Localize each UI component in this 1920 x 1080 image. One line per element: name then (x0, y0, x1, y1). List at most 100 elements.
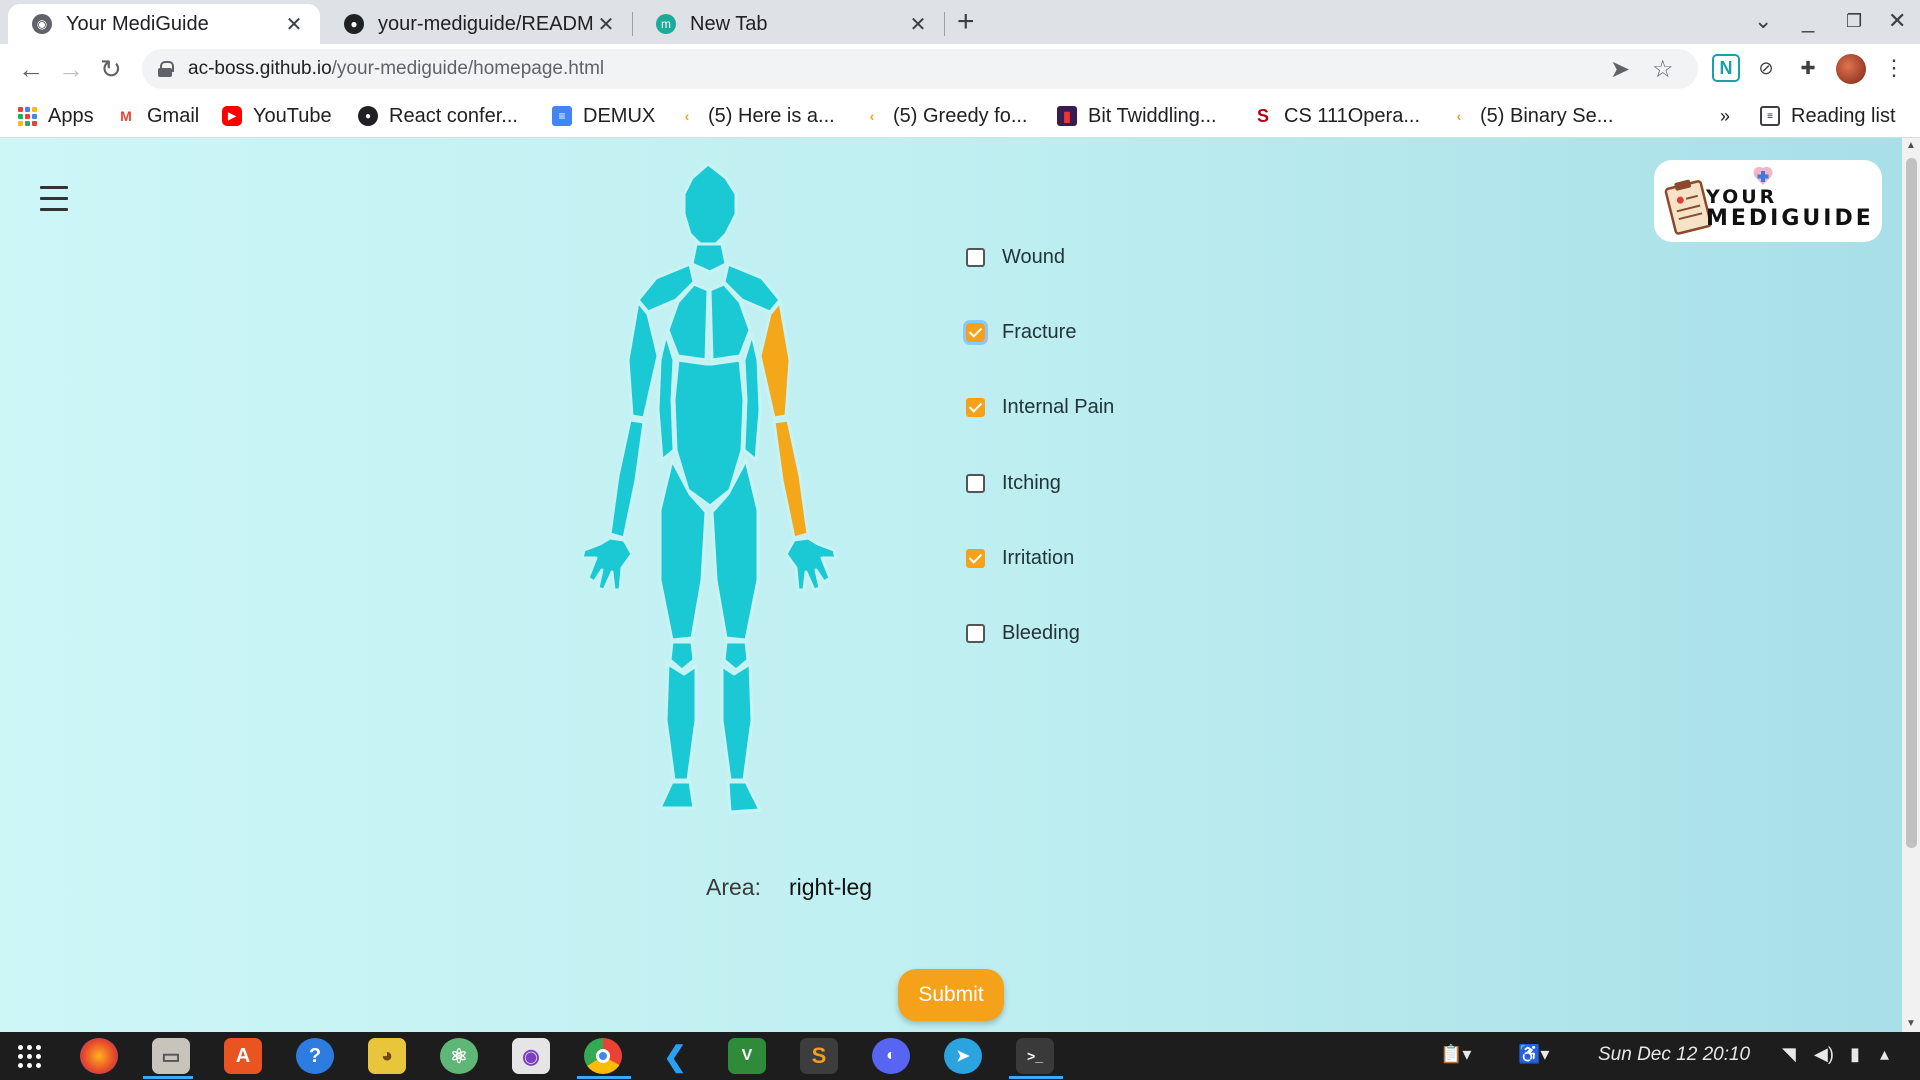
irritation-checkbox[interactable] (966, 549, 985, 568)
new-tab-button[interactable]: + (957, 6, 975, 38)
vscode-icon[interactable]: ❮ (656, 1038, 694, 1074)
body-part-left-foot[interactable] (658, 780, 696, 810)
bookmark-youtube[interactable]: ▶ YouTube (222, 102, 332, 130)
body-part-head[interactable] (682, 162, 738, 246)
clock[interactable]: Sun Dec 12 20:10 (1598, 1044, 1750, 1066)
tab-readme[interactable]: ● your-mediguide/READM ✕ (320, 4, 632, 44)
minimize-icon[interactable]: _ (1802, 8, 1814, 34)
address-bar[interactable]: ac-boss.github.io/your-mediguide/homepag… (142, 49, 1698, 89)
scroll-thumb[interactable] (1906, 158, 1917, 848)
body-part-right-upper-arm-selected[interactable] (758, 300, 792, 420)
volume-icon[interactable]: ◀) (1814, 1044, 1834, 1065)
forward-icon[interactable]: → (58, 54, 84, 84)
body-part-right-hand[interactable] (784, 536, 838, 592)
tab-search-icon[interactable]: ⌄ (1754, 8, 1772, 34)
body-part-neck[interactable] (690, 242, 728, 274)
internal-pain-checkbox[interactable] (966, 398, 985, 417)
extension-link-icon[interactable]: ⊘ (1752, 54, 1780, 82)
vim-icon[interactable]: V (728, 1038, 766, 1074)
page-content: YOUR MEDIGUIDE Wound Fracture Internal P… (0, 138, 1902, 1032)
body-part-right-forearm-selected[interactable] (772, 418, 810, 540)
page-scrollbar[interactable]: ▲ ▼ (1902, 138, 1920, 1032)
body-part-right-side[interactable] (742, 332, 762, 462)
system-menu-icon[interactable]: ▴ (1880, 1044, 1889, 1065)
bookmarks-bar: Apps M Gmail ▶ YouTube ● React confer...… (0, 94, 1920, 138)
terminal-icon[interactable]: >_ (1016, 1038, 1054, 1074)
tab-your-mediguide[interactable]: ◉ Your MediGuide ✕ (8, 4, 320, 44)
bookmark-demux[interactable]: ≡ DEMUX (552, 102, 655, 130)
body-part-left-upper-arm[interactable] (626, 300, 660, 420)
body-part-right-foot[interactable] (726, 780, 762, 814)
symptom-itching[interactable]: Itching (966, 472, 1061, 495)
back-icon[interactable]: ← (18, 54, 44, 84)
accessibility-tray-icon[interactable]: ♿▾ (1518, 1044, 1549, 1065)
docs-icon: ≡ (552, 106, 572, 126)
clipboard-tray-icon[interactable]: 📋▾ (1440, 1044, 1471, 1065)
battery-icon[interactable]: ▮ (1850, 1044, 1860, 1065)
scroll-up-icon[interactable]: ▲ (1906, 140, 1916, 151)
files-icon[interactable]: ▭ (152, 1038, 190, 1074)
body-map (580, 162, 838, 814)
bookmark-greedy[interactable]: ‹ (5) Greedy fo... (862, 102, 1028, 130)
discord-icon[interactable]: ◐ (872, 1038, 910, 1074)
sublime-icon[interactable]: S (800, 1038, 838, 1074)
symptom-internal-pain[interactable]: Internal Pain (966, 396, 1114, 419)
itching-checkbox[interactable] (966, 474, 985, 493)
bookmark-react-conference[interactable]: ● React confer... (358, 102, 518, 130)
body-part-right-lower-leg[interactable] (720, 662, 754, 782)
hamburger-menu-icon[interactable] (40, 186, 68, 219)
send-icon[interactable]: ➤ (1610, 55, 1630, 84)
close-window-icon[interactable]: ✕ (1888, 8, 1906, 34)
url-host: ac-boss.github.io (188, 58, 332, 79)
github-icon: ● (344, 14, 364, 34)
notion-extension-icon[interactable]: N (1712, 54, 1740, 82)
symptom-fracture[interactable]: Fracture (966, 321, 1076, 344)
help-icon[interactable]: ? (296, 1038, 334, 1074)
profile-avatar[interactable] (1836, 54, 1866, 84)
bookmark-star-icon[interactable]: ☆ (1652, 55, 1674, 84)
browser-menu-icon[interactable]: ⋮ (1880, 54, 1908, 82)
close-tab-icon[interactable]: ✕ (282, 12, 306, 37)
wound-checkbox[interactable] (966, 248, 985, 267)
chrome-icon[interactable] (584, 1038, 622, 1074)
screenshot-icon[interactable]: ◉ (512, 1038, 550, 1074)
extensions-puzzle-icon[interactable]: ✚ (1794, 54, 1822, 82)
bookmark-binary-search[interactable]: ‹ (5) Binary Se... (1449, 102, 1614, 130)
tab-new-tab[interactable]: m New Tab ✕ (632, 4, 944, 44)
body-part-left-lower-leg[interactable] (664, 662, 698, 782)
reading-list[interactable]: ≡ Reading list (1760, 102, 1896, 130)
software-center-icon[interactable]: A (224, 1038, 262, 1074)
bookmark-gmail[interactable]: M Gmail (116, 102, 199, 130)
bookmark-here-is-a[interactable]: ‹ (5) Here is a... (677, 102, 835, 130)
wifi-icon[interactable]: ◥ (1782, 1044, 1796, 1065)
pokemon-icon[interactable]: ◕ (368, 1038, 406, 1074)
body-part-left-side[interactable] (656, 332, 676, 462)
show-apps-icon[interactable] (18, 1045, 41, 1068)
symptom-bleeding[interactable]: Bleeding (966, 622, 1080, 645)
symptom-wound[interactable]: Wound (966, 246, 1065, 269)
tab-title: New Tab (690, 12, 768, 35)
bookmarks-overflow[interactable]: » (1720, 102, 1730, 130)
tab-separator (944, 12, 945, 36)
close-tab-icon[interactable]: ✕ (594, 12, 618, 37)
body-part-left-forearm[interactable] (608, 418, 646, 540)
os-taskbar: ▭ A ? ◕ ⚛ ◉ ❮ V S ◐ ➤ >_ 📋▾ ♿▾ Sun Dec 1… (0, 1032, 1920, 1080)
bookmark-apps[interactable]: Apps (18, 102, 94, 130)
telegram-icon[interactable]: ➤ (944, 1038, 982, 1074)
close-tab-icon[interactable]: ✕ (906, 12, 930, 37)
scroll-down-icon[interactable]: ▼ (1906, 1018, 1916, 1029)
restore-icon[interactable]: ❐ (1846, 11, 1862, 32)
gmail-icon: M (120, 108, 132, 124)
atom-icon[interactable]: ⚛ (440, 1038, 478, 1074)
submit-button[interactable]: Submit (898, 969, 1004, 1021)
tab-title: Your MediGuide (66, 12, 209, 35)
bleeding-checkbox[interactable] (966, 624, 985, 643)
firefox-icon[interactable] (80, 1038, 118, 1074)
body-part-left-hand[interactable] (580, 536, 634, 592)
bookmark-cs111[interactable]: S CS 111Opera... (1253, 102, 1420, 130)
reload-icon[interactable]: ↻ (100, 54, 122, 84)
bookmark-bit-twiddling[interactable]: ▮ Bit Twiddling... (1057, 102, 1217, 130)
logo-line-2: MEDIGUIDE (1706, 206, 1874, 231)
symptom-irritation[interactable]: Irritation (966, 547, 1074, 570)
fracture-checkbox[interactable] (966, 323, 985, 342)
